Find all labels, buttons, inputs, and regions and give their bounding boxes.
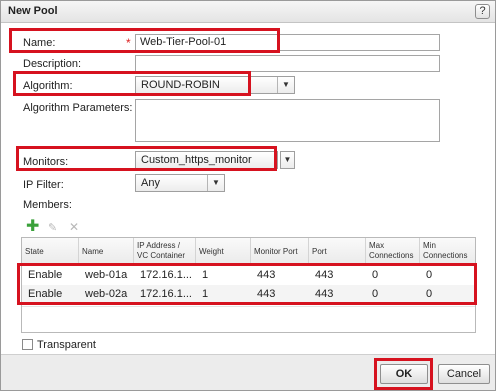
dialog-title: New Pool [8,5,58,17]
algorithm-value: ROUND-ROBIN [141,79,220,91]
transparent-checkbox[interactable] [22,339,33,350]
max-connections-cell: 0 [372,269,379,281]
new-pool-dialog: New Pool ? Name: * Web-Tier-Pool-01 Desc… [0,0,496,391]
empty-row [22,306,475,324]
dialog-footer: OK Cancel [1,354,495,390]
cancel-button[interactable]: Cancel [438,364,490,384]
port-cell: 443 [315,269,334,281]
algorithm-select[interactable]: ROUND-ROBIN ▼ [135,76,295,94]
description-label: Description: [23,58,82,70]
plus-icon[interactable]: ✚ [26,219,39,235]
ip-filter-label: IP Filter: [23,179,64,191]
name-cell: web-02a [85,288,128,300]
column-header[interactable]: Name [79,238,134,263]
required-indicator: * [126,36,131,50]
algorithm-parameters-input[interactable] [135,99,440,142]
max-connections-cell: 0 [372,288,379,300]
chevron-down-icon[interactable]: ▼ [277,77,294,93]
members-table: State Name IP Address / VC Container Wei… [21,237,476,333]
min-connections-cell: 0 [426,269,433,281]
name-input[interactable]: Web-Tier-Pool-01 [135,34,440,51]
transparent-label: Transparent [37,339,96,351]
min-connections-cell: 0 [426,288,433,300]
algorithm-label: Algorithm: [23,80,73,92]
algorithm-parameters-label: Algorithm Parameters: [23,102,133,114]
column-header[interactable]: Max Connections [366,238,420,263]
monitor-port-cell: 443 [257,288,276,300]
title-bar: New Pool ? [1,1,495,23]
x-icon[interactable]: ✕ [69,220,79,234]
weight-cell: 1 [202,288,209,300]
table-row[interactable]: Enable web-01a 172.16.1... 1 443 443 0 0 [22,266,475,284]
description-input[interactable] [135,55,440,72]
state-cell: Enable [28,288,63,300]
monitors-select[interactable]: Custom_https_monitor [135,151,278,169]
help-button[interactable]: ? [475,4,490,19]
column-header[interactable]: Monitor Port [251,238,309,263]
column-header[interactable]: State [22,238,79,263]
monitors-label: Monitors: [23,156,69,168]
column-header[interactable]: Weight [196,238,251,263]
column-header[interactable]: IP Address / VC Container [134,238,196,263]
chevron-down-icon[interactable]: ▼ [207,175,224,191]
ip-filter-value: Any [141,177,160,189]
ip-filter-select[interactable]: Any ▼ [135,174,225,192]
state-cell: Enable [28,269,63,281]
pencil-icon[interactable]: ✎ [48,221,57,234]
monitor-port-cell: 443 [257,269,276,281]
chevron-down-icon[interactable]: ▼ [280,151,295,169]
column-header[interactable]: Port [309,238,366,263]
name-label: Name: [23,37,56,49]
ok-button[interactable]: OK [380,364,428,384]
port-cell: 443 [315,288,334,300]
monitors-value: Custom_https_monitor [141,154,252,166]
column-header[interactable]: Min Connections [420,238,475,263]
table-header: State Name IP Address / VC Container Wei… [22,238,475,264]
weight-cell: 1 [202,269,209,281]
name-cell: web-01a [85,269,128,281]
ip-address-cell: 172.16.1... [140,269,192,281]
ip-address-cell: 172.16.1... [140,288,192,300]
members-label: Members: [23,199,72,211]
table-row[interactable]: Enable web-02a 172.16.1... 1 443 443 0 0 [22,285,475,303]
